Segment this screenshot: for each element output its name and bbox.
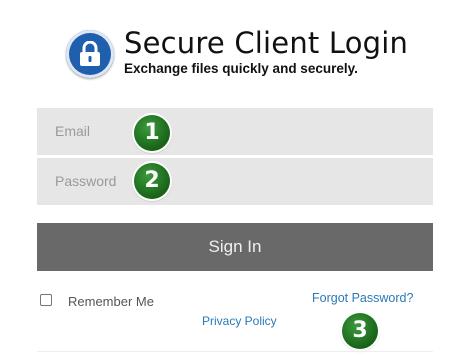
lock-icon bbox=[66, 30, 114, 78]
email-placeholder: Email bbox=[55, 123, 91, 139]
step-1-badge: 1 bbox=[134, 115, 170, 151]
privacy-policy-link[interactable]: Privacy Policy bbox=[202, 314, 277, 328]
password-field[interactable]: Password bbox=[37, 158, 433, 205]
page-subtitle: Exchange files quickly and securely. bbox=[124, 61, 358, 76]
password-placeholder: Password bbox=[55, 173, 117, 189]
forgot-password-link[interactable]: Forgot Password? bbox=[312, 291, 413, 305]
divider bbox=[37, 351, 433, 352]
page-title: Secure Client Login bbox=[124, 26, 409, 60]
remember-me-label[interactable]: Remember Me bbox=[68, 294, 154, 309]
step-2-badge: 2 bbox=[134, 163, 170, 199]
sign-in-button[interactable]: Sign In bbox=[37, 223, 433, 271]
email-field[interactable]: Email bbox=[37, 108, 433, 155]
remember-me-checkbox[interactable] bbox=[40, 294, 52, 306]
step-3-badge: 3 bbox=[342, 313, 378, 349]
login-header: Secure Client Login Exchange files quick… bbox=[66, 26, 446, 86]
